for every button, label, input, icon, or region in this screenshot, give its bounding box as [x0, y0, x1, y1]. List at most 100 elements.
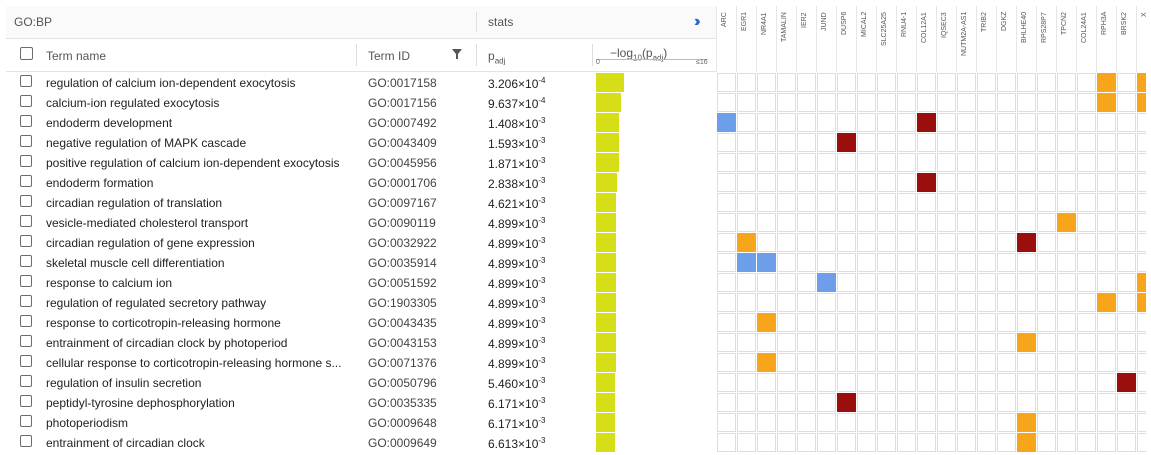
term-id[interactable]: GO:0043435: [368, 316, 437, 330]
row-checkbox[interactable]: [20, 95, 32, 107]
table-row[interactable]: response to calcium ion GO:0051592 4.899×1…: [6, 272, 716, 292]
table-row[interactable]: endoderm development GO:0007492 1.408×10-3: [6, 112, 716, 132]
term-id[interactable]: GO:0071376: [368, 356, 437, 370]
gene-hit-cell[interactable]: [737, 233, 756, 252]
gene-hit-cell[interactable]: [1097, 93, 1116, 112]
select-all-checkbox[interactable]: [20, 47, 33, 60]
gene-column-label[interactable]: EGR1: [741, 12, 748, 66]
term-name[interactable]: endoderm formation: [46, 176, 153, 190]
table-row[interactable]: regulation of insulin secretion GO:005079…: [6, 372, 716, 392]
term-name[interactable]: peptidyl-tyrosine dephosphorylation: [46, 396, 235, 410]
row-checkbox[interactable]: [20, 335, 32, 347]
gene-hit-cell[interactable]: [837, 393, 856, 412]
gene-column-label[interactable]: TAMALIN: [781, 12, 788, 66]
row-checkbox[interactable]: [20, 275, 32, 287]
table-row[interactable]: response to corticotropin-releasing horm…: [6, 312, 716, 332]
term-name[interactable]: response to calcium ion: [46, 276, 172, 290]
term-name[interactable]: regulation of calcium ion-dependent exoc…: [46, 76, 295, 90]
term-name[interactable]: response to corticotropin-releasing horm…: [46, 316, 281, 330]
table-row[interactable]: photoperiodism GO:0009648 6.171×10-3: [6, 412, 716, 432]
padj-header[interactable]: padj: [488, 49, 505, 65]
term-name[interactable]: photoperiodism: [46, 416, 128, 430]
term-id[interactable]: GO:1903305: [368, 296, 437, 310]
gene-column-label[interactable]: NUTM2A-AS1: [961, 12, 968, 66]
row-checkbox[interactable]: [20, 75, 32, 87]
gene-column-label[interactable]: BHLHE40: [1021, 12, 1028, 66]
term-id[interactable]: GO:0009649: [368, 436, 437, 450]
table-row[interactable]: entrainment of circadian clock by photop…: [6, 332, 716, 352]
gene-hit-cell[interactable]: [1137, 73, 1146, 92]
gene-column-label[interactable]: IER2: [801, 12, 808, 66]
gene-hit-cell[interactable]: [817, 273, 836, 292]
gene-column-label[interactable]: MICAL2: [861, 12, 868, 66]
gene-hit-cell[interactable]: [757, 253, 776, 272]
term-name-header[interactable]: Term name: [46, 49, 106, 63]
gene-column-label[interactable]: RPS28P7: [1041, 12, 1048, 66]
filter-icon[interactable]: [452, 48, 462, 60]
gene-hit-cell[interactable]: [1137, 273, 1146, 292]
row-checkbox[interactable]: [20, 215, 32, 227]
table-row[interactable]: peptidyl-tyrosine dephosphorylation GO:00…: [6, 392, 716, 412]
term-id[interactable]: GO:0001706: [368, 176, 437, 190]
term-id[interactable]: GO:0045956: [368, 156, 437, 170]
row-checkbox[interactable]: [20, 195, 32, 207]
row-checkbox[interactable]: [20, 375, 32, 387]
table-row[interactable]: cellular response to corticotropin-relea…: [6, 352, 716, 372]
term-id-header[interactable]: Term ID: [368, 49, 410, 63]
gene-column-label[interactable]: JUND: [821, 12, 828, 66]
table-row[interactable]: regulation of regulated secretory pathwa…: [6, 292, 716, 312]
gene-column-label[interactable]: TPCN2: [1061, 12, 1068, 66]
term-name[interactable]: circadian regulation of translation: [46, 196, 222, 210]
gene-column-label[interactable]: RNU4-1: [901, 12, 908, 66]
term-id[interactable]: GO:0043409: [368, 136, 437, 150]
term-name[interactable]: entrainment of circadian clock by photop…: [46, 336, 287, 350]
term-name[interactable]: cellular response to corticotropin-relea…: [46, 356, 341, 370]
row-checkbox[interactable]: [20, 175, 32, 187]
gene-hit-cell[interactable]: [757, 353, 776, 372]
gene-column-label[interactable]: TRIB2: [981, 12, 988, 66]
table-row[interactable]: circadian regulation of gene expression G…: [6, 232, 716, 252]
gene-hit-cell[interactable]: [1017, 233, 1036, 252]
term-name[interactable]: regulation of insulin secretion: [46, 376, 201, 390]
table-row[interactable]: vesicle-mediated cholesterol transport GO…: [6, 212, 716, 232]
row-checkbox[interactable]: [20, 395, 32, 407]
term-name[interactable]: circadian regulation of gene expression: [46, 236, 255, 250]
term-name[interactable]: vesicle-mediated cholesterol transport: [46, 216, 248, 230]
gene-column-label[interactable]: SLC25A25: [881, 12, 888, 66]
row-checkbox[interactable]: [20, 255, 32, 267]
term-id[interactable]: GO:0032922: [368, 236, 437, 250]
gene-hit-cell[interactable]: [1097, 293, 1116, 312]
term-id[interactable]: GO:0035335: [368, 396, 437, 410]
term-name[interactable]: calcium-ion regulated exocytosis: [46, 96, 219, 110]
term-id[interactable]: GO:0043153: [368, 336, 437, 350]
gene-column-label[interactable]: ARC: [721, 12, 728, 66]
term-id[interactable]: GO:0050796: [368, 376, 437, 390]
row-checkbox[interactable]: [20, 135, 32, 147]
term-name[interactable]: positive regulation of calcium ion-depen…: [46, 156, 340, 170]
gene-hit-cell[interactable]: [737, 253, 756, 272]
row-checkbox[interactable]: [20, 435, 32, 447]
table-row[interactable]: negative regulation of MAPK cascade GO:00…: [6, 132, 716, 152]
gene-hit-cell[interactable]: [1117, 373, 1136, 392]
gene-hit-cell[interactable]: [1017, 333, 1036, 352]
gene-hit-cell[interactable]: [717, 113, 736, 132]
gene-hit-cell[interactable]: [1137, 293, 1146, 312]
term-id[interactable]: GO:0017158: [368, 76, 437, 90]
row-checkbox[interactable]: [20, 115, 32, 127]
row-checkbox[interactable]: [20, 315, 32, 327]
table-row[interactable]: endoderm formation GO:0001706 2.838×10-3: [6, 172, 716, 192]
gene-column-label[interactable]: DGKZ: [1001, 12, 1008, 66]
gene-column-label[interactable]: IQSEC3: [941, 12, 948, 66]
term-id[interactable]: GO:0009648: [368, 416, 437, 430]
gene-hit-cell[interactable]: [1097, 73, 1116, 92]
gene-hit-cell[interactable]: [757, 313, 776, 332]
gene-column-label[interactable]: RPH3A: [1101, 12, 1108, 66]
table-row[interactable]: positive regulation of calcium ion-depen…: [6, 152, 716, 172]
row-checkbox[interactable]: [20, 355, 32, 367]
table-row[interactable]: entrainment of circadian clock GO:0009649…: [6, 432, 716, 452]
gene-hit-cell[interactable]: [1017, 413, 1036, 432]
table-row[interactable]: circadian regulation of translation GO:00…: [6, 192, 716, 212]
row-checkbox[interactable]: [20, 155, 32, 167]
term-name[interactable]: regulation of regulated secretory pathwa…: [46, 296, 266, 310]
double-chevron-right-icon[interactable]: ››: [694, 13, 700, 31]
